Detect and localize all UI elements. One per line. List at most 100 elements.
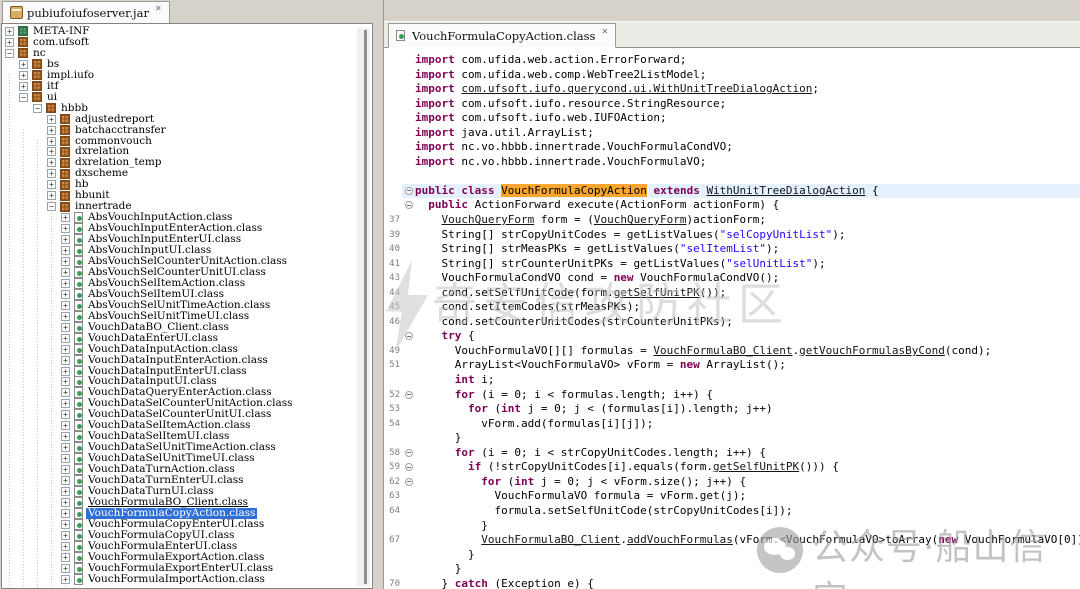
collapse-icon[interactable]: − [47, 202, 56, 211]
expand-icon[interactable]: + [47, 169, 56, 178]
package-icon [32, 92, 42, 102]
expand-icon[interactable]: + [47, 180, 56, 189]
expand-icon[interactable]: + [61, 421, 70, 430]
class-icon [74, 519, 83, 530]
expand-icon[interactable]: + [5, 27, 14, 36]
collapse-icon[interactable]: − [5, 49, 14, 58]
code-text: cond.setCounterUnitCodes(strCounterUnitP… [415, 315, 1080, 330]
expand-icon[interactable]: + [61, 399, 70, 408]
expand-icon[interactable]: + [61, 367, 70, 376]
tree-item[interactable]: +com.ufsoft [2, 37, 372, 48]
expand-icon[interactable]: + [61, 279, 70, 288]
tree-scrollbar-thumb[interactable] [364, 30, 367, 584]
expand-icon[interactable]: + [61, 465, 70, 474]
expand-icon[interactable]: + [61, 476, 70, 485]
expand-icon[interactable]: + [19, 82, 28, 91]
expand-icon[interactable]: + [61, 235, 70, 244]
expand-icon[interactable]: + [47, 137, 56, 146]
expand-icon[interactable]: + [47, 158, 56, 167]
expand-icon[interactable]: + [61, 224, 70, 233]
fold-gutter [402, 169, 415, 184]
expand-icon[interactable]: + [61, 213, 70, 222]
expand-icon[interactable]: + [61, 246, 70, 255]
expand-icon[interactable]: + [61, 575, 70, 584]
expand-icon[interactable]: + [47, 115, 56, 124]
expand-icon[interactable]: + [61, 388, 70, 397]
fold-collapse-icon[interactable] [402, 329, 415, 344]
class-editor-tab[interactable]: VouchFormulaCopyAction.class ✕ [388, 23, 616, 48]
fold-collapse-icon[interactable] [402, 460, 415, 475]
code-text: public class VouchFormulaCopyAction exte… [415, 184, 1080, 199]
expand-icon[interactable]: + [19, 71, 28, 80]
expand-icon[interactable]: + [19, 60, 28, 69]
tree-item[interactable]: +adjustedreport [2, 114, 372, 125]
tree-item[interactable]: +VouchFormulaExportEnterUI.class [2, 563, 372, 574]
code-text: import nc.vo.hbbb.innertrade.VouchFormul… [415, 140, 1080, 155]
code-line: 63 VouchFormulaVO formula = vForm.get(j)… [384, 489, 1080, 504]
expand-icon[interactable]: + [61, 531, 70, 540]
collapse-icon[interactable]: − [33, 104, 42, 113]
expand-icon[interactable]: + [61, 487, 70, 496]
close-tab-icon[interactable]: ✕ [155, 4, 162, 13]
expand-icon[interactable]: + [61, 345, 70, 354]
tree-item[interactable]: +hbunit [2, 190, 372, 201]
expand-icon[interactable]: + [61, 443, 70, 452]
fold-collapse-icon[interactable] [402, 446, 415, 461]
package-explorer-panel: pubiufoiufoserver.jar ✕ +META-INF+com.uf… [0, 0, 383, 589]
tree-item[interactable]: +VouchDataInputAction.class [2, 344, 372, 355]
code-text: VouchFormulaCondVO cond = new VouchFormu… [415, 271, 1080, 286]
fold-collapse-icon[interactable] [402, 198, 415, 213]
package-icon [60, 125, 70, 135]
expand-icon[interactable]: + [5, 38, 14, 47]
close-editor-tab-icon[interactable]: ✕ [601, 27, 608, 36]
collapse-icon[interactable]: − [19, 93, 28, 102]
tree-item[interactable]: +VouchDataInputEnterAction.class [2, 355, 372, 366]
expand-icon[interactable]: + [61, 432, 70, 441]
expand-icon[interactable]: + [61, 498, 70, 507]
code-text: String[] strMeasPKs = getListValues("sel… [415, 242, 1080, 257]
code-editor[interactable]: import com.ufida.web.action.ErrorForward… [384, 48, 1080, 589]
expand-icon[interactable]: + [61, 377, 70, 386]
tree-item[interactable]: +dxrelation_temp [2, 157, 372, 168]
fold-collapse-icon[interactable] [402, 388, 415, 403]
expand-icon[interactable]: + [47, 126, 56, 135]
package-icon [60, 202, 70, 212]
expand-icon[interactable]: + [61, 268, 70, 277]
jar-tab[interactable]: pubiufoiufoserver.jar ✕ [2, 1, 170, 23]
tree-item[interactable]: +VouchDataEnterUI.class [2, 333, 372, 344]
tree-scrollbar[interactable] [357, 28, 370, 586]
expand-icon[interactable]: + [47, 191, 56, 200]
expand-icon[interactable]: + [61, 323, 70, 332]
package-tree[interactable]: +META-INF+com.ufsoft−nc+bs+impl.iufo+itf… [1, 23, 373, 589]
tree-item[interactable]: +dxscheme [2, 168, 372, 179]
tree-item[interactable]: −hbbb [2, 103, 372, 114]
expand-icon[interactable]: + [61, 564, 70, 573]
tree-item[interactable]: +itf [2, 81, 372, 92]
tree-item[interactable]: −ui [2, 92, 372, 103]
tree-item[interactable]: +batchacctransfer [2, 125, 372, 136]
expand-icon[interactable]: + [61, 542, 70, 551]
tree-item[interactable]: +VouchFormulaImportAction.class [2, 574, 372, 585]
fold-collapse-icon[interactable] [402, 475, 415, 490]
expand-icon[interactable]: + [61, 356, 70, 365]
expand-icon[interactable]: + [61, 553, 70, 562]
tree-item[interactable]: +commonvouch [2, 136, 372, 147]
fold-gutter [402, 417, 415, 432]
tree-item[interactable]: +dxrelation [2, 146, 372, 157]
tree-item-label: nc [31, 48, 48, 59]
expand-icon[interactable]: + [61, 312, 70, 321]
expand-icon[interactable]: + [61, 334, 70, 343]
line-number [384, 53, 402, 68]
expand-icon[interactable]: + [47, 147, 56, 156]
fold-collapse-icon[interactable] [402, 184, 415, 199]
fold-gutter [402, 533, 415, 548]
expand-icon[interactable]: + [61, 290, 70, 299]
expand-icon[interactable]: + [61, 410, 70, 419]
expand-icon[interactable]: + [61, 257, 70, 266]
code-text: cond.setSelfUnitCode(form.getSelfUnitPK(… [415, 286, 1080, 301]
tree-item[interactable]: +hb [2, 179, 372, 190]
expand-icon[interactable]: + [61, 509, 70, 518]
expand-icon[interactable]: + [61, 301, 70, 310]
expand-icon[interactable]: + [61, 454, 70, 463]
expand-icon[interactable]: + [61, 520, 70, 529]
